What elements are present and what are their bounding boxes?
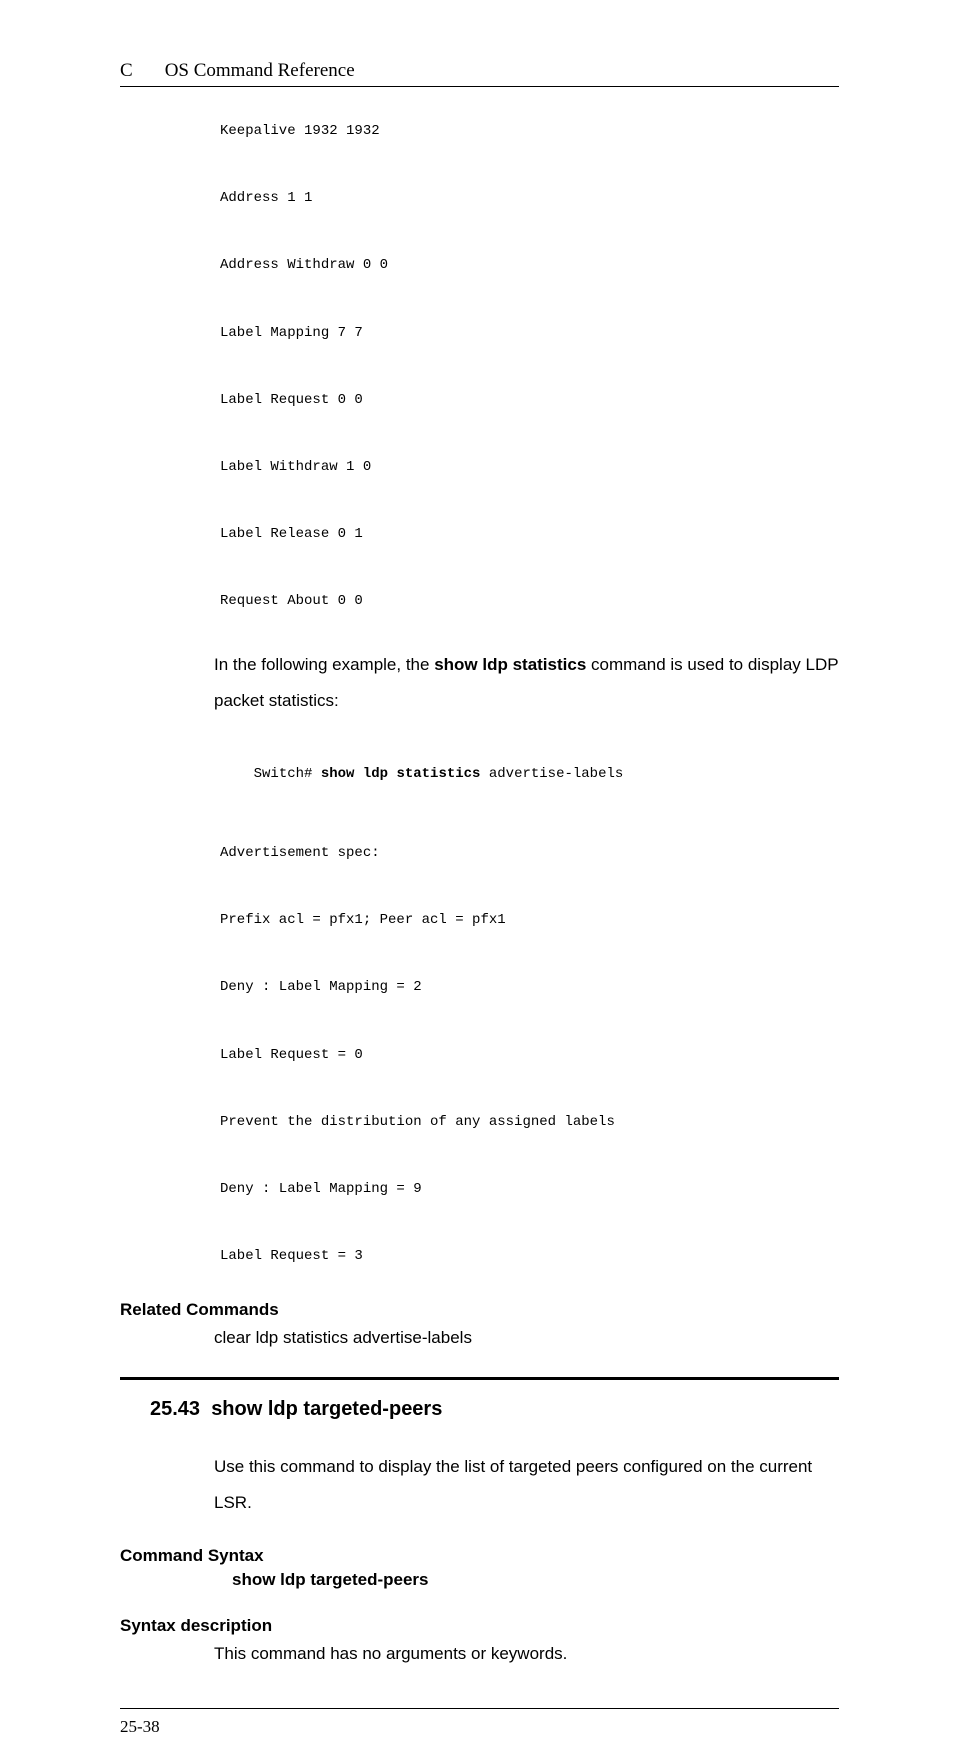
section-divider	[120, 1377, 839, 1380]
section-number: 25.43	[150, 1398, 200, 1420]
command-text: show ldp statistics	[321, 766, 489, 782]
prompt-text: Switch#	[254, 766, 321, 782]
related-commands-heading: Related Commands	[120, 1300, 839, 1320]
text-run: In the following example, the	[214, 655, 434, 674]
code-output-block-1: Keepalive 1932 1932 Address 1 1 Address …	[220, 115, 839, 619]
inline-command-name: show ldp statistics	[434, 655, 586, 674]
footer-rule	[120, 1708, 839, 1709]
syntax-description-heading: Syntax description	[120, 1616, 839, 1636]
page-header: C OS Command Reference	[120, 60, 839, 87]
document-page: C OS Command Reference Keepalive 1932 19…	[0, 0, 954, 1235]
related-commands-body: clear ldp statistics advertise-labels	[214, 1324, 839, 1351]
chapter-title: OS Command Reference	[165, 60, 355, 82]
command-syntax-text: show ldp targeted-peers	[232, 1570, 839, 1590]
command-line-example: Switch# show ldp statistics advertise-la…	[220, 724, 839, 825]
section-heading: 25.43 show ldp targeted-peers	[150, 1398, 839, 1421]
page-number: 25-38	[120, 1717, 839, 1737]
chapter-letter: C	[120, 60, 133, 82]
code-output-block-2: Advertisement spec: Prefix acl = pfx1; P…	[220, 837, 839, 1274]
section-description: Use this command to display the list of …	[214, 1449, 839, 1520]
section-title-text: show ldp targeted-peers	[211, 1398, 442, 1420]
command-argument: advertise-labels	[489, 766, 623, 782]
example-intro-paragraph: In the following example, the show ldp s…	[214, 647, 839, 718]
command-syntax-heading: Command Syntax	[120, 1546, 839, 1566]
syntax-description-body: This command has no arguments or keyword…	[214, 1640, 839, 1667]
